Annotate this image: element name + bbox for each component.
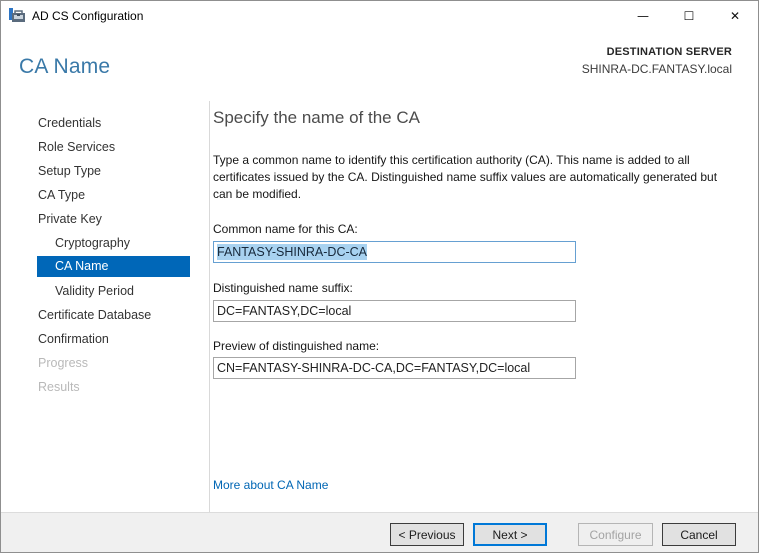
adcs-configuration-window: AD CS Configuration — ☐ ✕ CA Name DESTIN… — [0, 0, 759, 553]
maximize-button[interactable]: ☐ — [666, 1, 712, 31]
destination-server-value: SHINRA-DC.FANTASY.local — [582, 62, 732, 76]
selected-input-text: FANTASY-SHINRA-DC-CA — [217, 244, 367, 260]
sidebar-divider — [209, 101, 210, 512]
sidebar-item-private-key[interactable]: Private Key — [1, 207, 209, 231]
page-title: CA Name — [19, 55, 110, 79]
dn-suffix-input[interactable] — [213, 300, 576, 322]
next-button[interactable]: Next > — [473, 523, 547, 546]
footer-bar: < Previous Next > Configure Cancel — [1, 512, 758, 552]
content-description: Type a common name to identify this cert… — [213, 152, 737, 203]
dn-preview-label: Preview of distinguished name: — [213, 339, 379, 353]
cancel-button[interactable]: Cancel — [662, 523, 736, 546]
sidebar-item-validity-period[interactable]: Validity Period — [1, 279, 209, 303]
minimize-button[interactable]: — — [620, 1, 666, 31]
dn-preview-input[interactable] — [213, 357, 576, 379]
configure-button: Configure — [578, 523, 653, 546]
common-name-label: Common name for this CA: — [213, 222, 358, 236]
close-button[interactable]: ✕ — [712, 1, 758, 31]
window-title: AD CS Configuration — [32, 1, 143, 31]
previous-button[interactable]: < Previous — [390, 523, 464, 546]
sidebar-item-progress: Progress — [1, 351, 209, 375]
title-bar: AD CS Configuration — ☐ ✕ — [1, 1, 758, 31]
common-name-input[interactable]: FANTASY-SHINRA-DC-CA — [213, 241, 576, 263]
more-about-ca-name-link[interactable]: More about CA Name — [213, 478, 328, 492]
sidebar-item-cryptography[interactable]: Cryptography — [1, 231, 209, 255]
dn-suffix-label: Distinguished name suffix: — [213, 281, 353, 295]
destination-server-block: DESTINATION SERVER SHINRA-DC.FANTASY.loc… — [582, 46, 732, 76]
window-controls: — ☐ ✕ — [620, 1, 758, 31]
sidebar-item-ca-name[interactable]: CA Name — [37, 256, 190, 277]
content-heading: Specify the name of the CA — [213, 108, 420, 128]
destination-server-label: DESTINATION SERVER — [582, 46, 732, 58]
sidebar-item-credentials[interactable]: Credentials — [1, 111, 209, 135]
adcs-toolbox-icon — [9, 8, 26, 24]
sidebar-item-confirmation[interactable]: Confirmation — [1, 327, 209, 351]
sidebar-item-results: Results — [1, 375, 209, 399]
sidebar-item-certificate-database[interactable]: Certificate Database — [1, 303, 209, 327]
main-content: Specify the name of the CA Type a common… — [213, 101, 738, 512]
sidebar-item-ca-type[interactable]: CA Type — [1, 183, 209, 207]
sidebar-item-role-services[interactable]: Role Services — [1, 135, 209, 159]
sidebar-item-setup-type[interactable]: Setup Type — [1, 159, 209, 183]
wizard-steps-sidebar: Credentials Role Services Setup Type CA … — [1, 111, 209, 399]
